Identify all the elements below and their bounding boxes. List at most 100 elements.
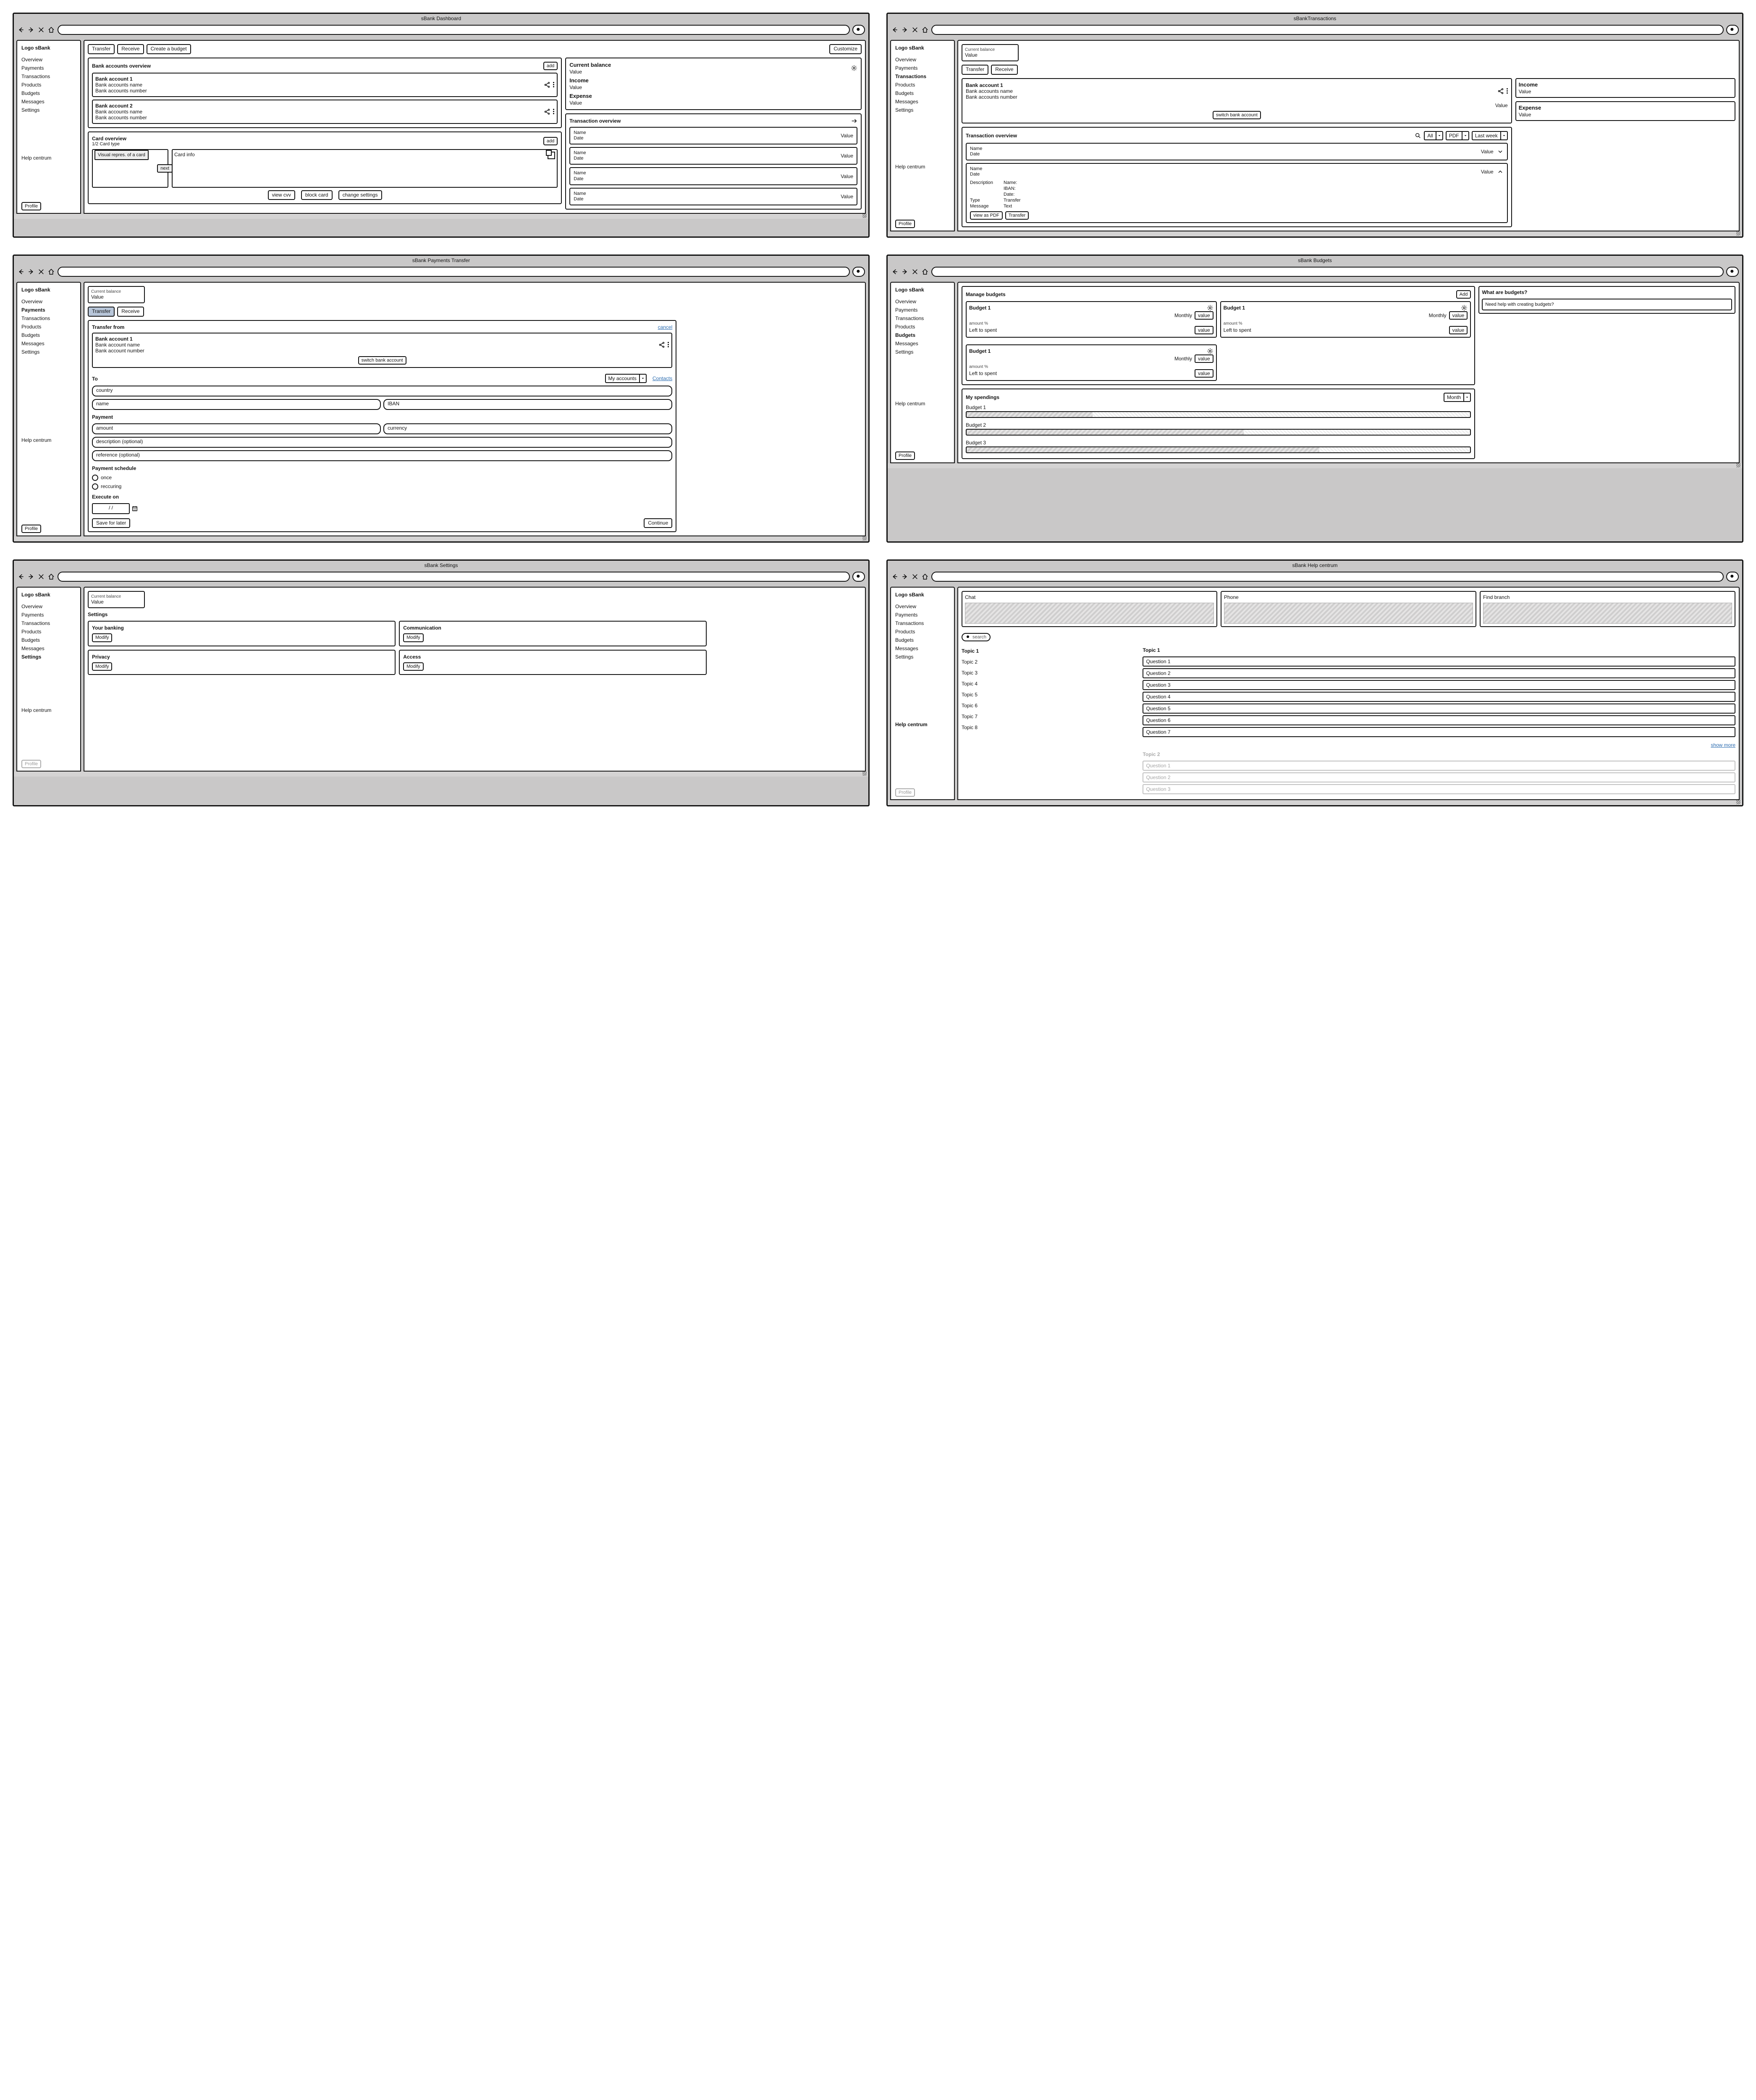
url-bar[interactable] — [58, 25, 850, 35]
sidebar-item-budgets[interactable]: Budgets — [895, 331, 950, 339]
profile-button[interactable]: Profile — [895, 220, 915, 228]
sidebar-item-overview[interactable]: Overview — [21, 298, 76, 305]
topic-item[interactable]: Topic 2 — [962, 658, 1139, 666]
create-budget-button[interactable]: Create a budget — [147, 44, 191, 54]
topic-item[interactable]: Topic 1 — [962, 647, 1139, 655]
gear-icon[interactable] — [1207, 348, 1213, 354]
nav-back-icon[interactable] — [891, 268, 899, 276]
add-card-button[interactable]: add — [543, 137, 558, 145]
faq-item[interactable]: Question 5 — [1143, 704, 1735, 714]
search-button[interactable] — [1726, 25, 1739, 35]
nav-home-icon[interactable] — [921, 573, 929, 580]
change-settings-button[interactable]: change settings — [338, 190, 382, 200]
sidebar-item-payments[interactable]: Payments — [21, 64, 76, 72]
reference-input[interactable]: reference (optional) — [92, 450, 672, 461]
contact-phone[interactable]: Phone — [1221, 591, 1476, 627]
sidebar-item-transactions[interactable]: Transactions — [895, 73, 950, 80]
sidebar-item-messages[interactable]: Messages — [21, 645, 76, 652]
transfer-button[interactable]: Transfer — [962, 65, 988, 75]
sidebar-item-budgets[interactable]: Budgets — [895, 636, 950, 644]
receive-button[interactable]: Receive — [117, 44, 144, 54]
nav-forward-icon[interactable] — [27, 268, 35, 276]
contact-branch[interactable]: Find branch — [1480, 591, 1735, 627]
currency-input[interactable]: currency — [383, 423, 672, 434]
cancel-link[interactable]: cancel — [658, 324, 673, 330]
search-button[interactable] — [852, 572, 865, 582]
modify-banking-button[interactable]: Modify — [92, 633, 112, 642]
profile-button[interactable]: Profile — [21, 525, 41, 533]
sidebar-item-budgets[interactable]: Budgets — [895, 89, 950, 97]
faq-item[interactable]: Question 7 — [1143, 727, 1735, 737]
tx-row[interactable]: NameDateValue — [569, 188, 857, 205]
sidebar-item-settings[interactable]: Settings — [21, 106, 76, 114]
sidebar-item-products[interactable]: Products — [21, 81, 76, 89]
transfer-button[interactable]: Transfer — [1005, 211, 1029, 220]
faq-item[interactable]: Question 3 — [1143, 680, 1735, 690]
schedule-recurring[interactable]: reccuring — [92, 483, 672, 490]
next-card-button[interactable]: next — [157, 164, 173, 173]
faq-item[interactable]: Question 1 — [1143, 656, 1735, 667]
url-bar[interactable] — [58, 267, 850, 277]
sidebar-item-budgets[interactable]: Budgets — [21, 331, 76, 339]
save-later-button[interactable]: Save for later — [92, 518, 130, 528]
modify-privacy-button[interactable]: Modify — [92, 662, 112, 671]
modify-communication-button[interactable]: Modify — [403, 633, 423, 642]
profile-button[interactable]: Profile — [21, 760, 41, 768]
sidebar-item-products[interactable]: Products — [895, 628, 950, 635]
chevron-up-icon[interactable] — [1497, 168, 1504, 175]
profile-button[interactable]: Profile — [895, 788, 915, 797]
filter-all[interactable]: All — [1424, 131, 1443, 140]
nav-back-icon[interactable] — [891, 573, 899, 580]
sidebar-item-payments[interactable]: Payments — [895, 611, 950, 619]
more-icon[interactable] — [553, 109, 554, 114]
add-budget-button[interactable]: Add — [1456, 290, 1471, 299]
topic-item[interactable]: Topic 5 — [962, 691, 1139, 698]
search-button[interactable] — [1726, 572, 1739, 582]
tx-row[interactable]: NameDateValue — [569, 127, 857, 144]
search-icon[interactable] — [1415, 132, 1421, 139]
topic-item[interactable]: Topic 8 — [962, 724, 1139, 731]
sidebar-item-transactions[interactable]: Transactions — [895, 620, 950, 627]
spendings-period-select[interactable]: Month — [1444, 393, 1471, 402]
sidebar-item-messages[interactable]: Messages — [895, 340, 950, 347]
sidebar-item-help[interactable]: Help centrum — [21, 154, 76, 162]
sidebar-item-help[interactable]: Help centrum — [895, 400, 950, 407]
gear-icon[interactable] — [1207, 304, 1213, 311]
filter-pdf[interactable]: PDF — [1446, 131, 1469, 140]
nav-back-icon[interactable] — [17, 26, 25, 34]
continue-button[interactable]: Continue — [644, 518, 672, 528]
more-icon[interactable] — [668, 342, 669, 347]
contacts-link[interactable]: Contacts — [653, 375, 672, 381]
sidebar-item-payments[interactable]: Payments — [895, 306, 950, 314]
sidebar-item-overview[interactable]: Overview — [21, 56, 76, 63]
url-bar[interactable] — [931, 25, 1724, 35]
amount-input[interactable]: amount — [92, 423, 381, 434]
url-bar[interactable] — [931, 572, 1724, 582]
share-icon[interactable] — [544, 81, 550, 88]
switch-account-button[interactable]: switch bank account — [358, 356, 406, 365]
nav-stop-icon[interactable] — [911, 573, 919, 580]
nav-back-icon[interactable] — [17, 268, 25, 276]
url-bar[interactable] — [931, 267, 1724, 277]
nav-forward-icon[interactable] — [27, 26, 35, 34]
help-search[interactable]: search — [962, 633, 991, 641]
sidebar-item-transactions[interactable]: Transactions — [21, 620, 76, 627]
block-card-button[interactable]: block card — [301, 190, 333, 200]
gear-icon[interactable] — [851, 65, 857, 71]
add-account-button[interactable]: add — [543, 62, 558, 70]
profile-button[interactable]: Profile — [895, 452, 915, 460]
share-icon[interactable] — [658, 341, 665, 348]
tx-row[interactable]: NameDateValue — [569, 167, 857, 185]
sidebar-item-help[interactable]: Help centrum — [895, 163, 950, 171]
nav-forward-icon[interactable] — [901, 573, 909, 580]
nav-forward-icon[interactable] — [27, 573, 35, 580]
sidebar-item-payments[interactable]: Payments — [21, 611, 76, 619]
sidebar-item-overview[interactable]: Overview — [21, 603, 76, 610]
tx-row-expanded[interactable]: NameDateValue DescriptionName: IBAN: Dat… — [966, 163, 1508, 223]
sidebar-item-messages[interactable]: Messages — [895, 645, 950, 652]
gear-icon[interactable] — [1461, 304, 1468, 311]
sidebar-item-products[interactable]: Products — [895, 323, 950, 331]
share-icon[interactable] — [544, 108, 550, 115]
profile-button[interactable]: Profile — [21, 202, 41, 210]
country-input[interactable]: country — [92, 386, 672, 396]
